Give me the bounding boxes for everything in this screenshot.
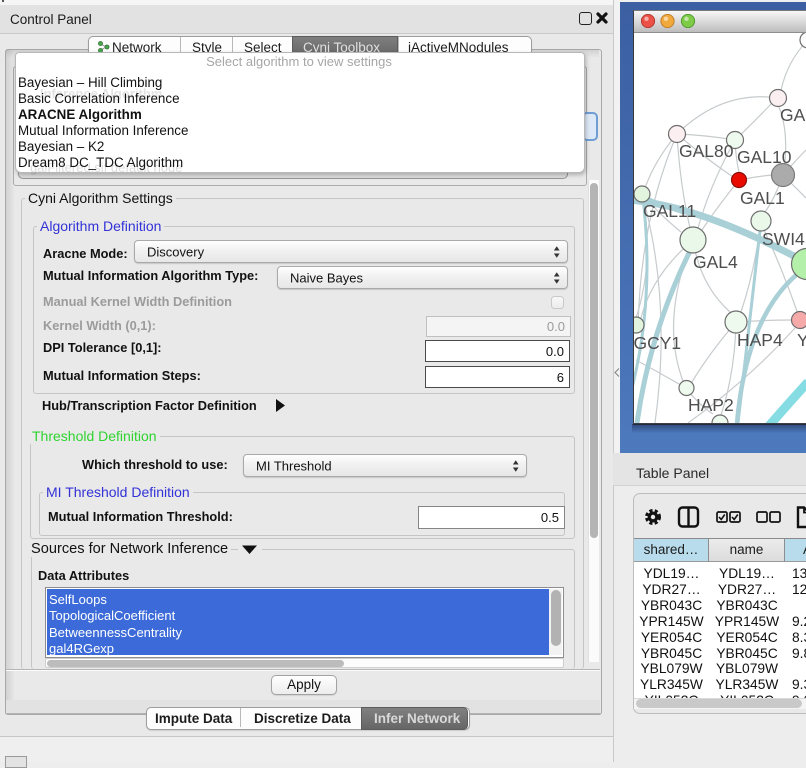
svg-text:SWI4: SWI4	[762, 229, 805, 249]
svg-text:GAL11: GAL11	[643, 201, 696, 221]
svg-text:GAL2: GAL2	[780, 105, 806, 125]
svg-text:Y: Y	[797, 330, 806, 350]
svg-text:HAP4: HAP4	[737, 330, 783, 350]
svg-text:GAL80: GAL80	[679, 141, 734, 161]
svg-text:HAP2: HAP2	[688, 395, 734, 415]
svg-text:GCY1: GCY1	[634, 333, 681, 353]
svg-text:GAL1: GAL1	[740, 188, 785, 208]
svg-text:GAL10: GAL10	[737, 147, 792, 167]
svg-text:GAL4: GAL4	[693, 252, 738, 272]
